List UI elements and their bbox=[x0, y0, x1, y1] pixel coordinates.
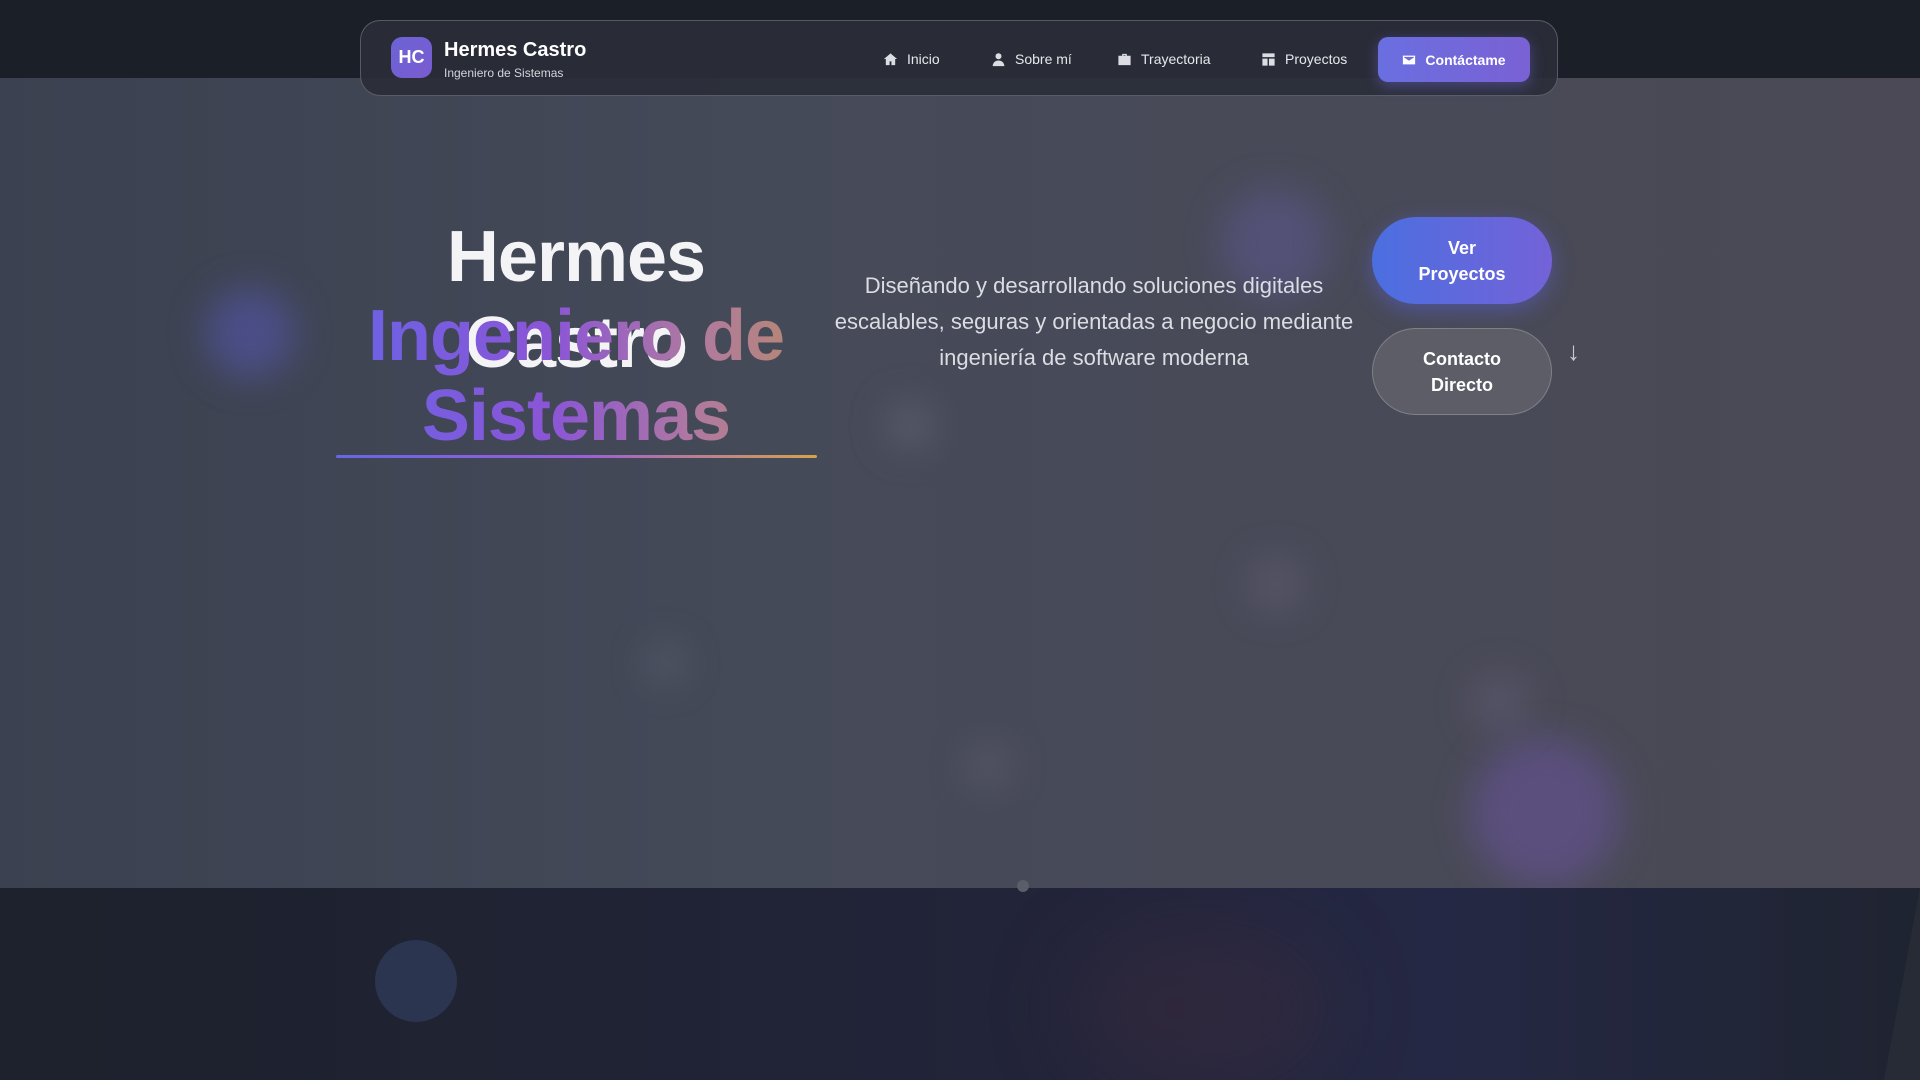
nav-item-inicio[interactable]: Inicio bbox=[883, 48, 940, 70]
nav-item-label: Trayectoria bbox=[1141, 51, 1211, 67]
decorative-glow bbox=[1070, 928, 1330, 1080]
decorative-blob bbox=[885, 400, 935, 450]
scroll-indicator-dot bbox=[1017, 880, 1029, 892]
home-icon bbox=[883, 52, 898, 65]
brand-name[interactable]: Hermes Castro bbox=[444, 39, 586, 62]
decorative-blob bbox=[205, 288, 295, 378]
decorative-circle bbox=[375, 940, 457, 1022]
direct-contact-button[interactable]: Contacto Directo bbox=[1372, 328, 1552, 415]
navbar: HC Hermes Castro Ingeniero de Sistemas I… bbox=[360, 20, 1558, 96]
nav-item-trayectoria[interactable]: Trayectoria bbox=[1117, 48, 1211, 70]
hero-role-line: Sistemas bbox=[421, 376, 731, 456]
nav-item-proyectos[interactable]: Proyectos bbox=[1261, 48, 1347, 70]
decorative-blob bbox=[965, 743, 1011, 789]
contact-button-label: Contáctame bbox=[1425, 51, 1506, 68]
decorative-wedge bbox=[1884, 888, 1920, 1080]
hero-role: Ingeniero de Sistemas bbox=[336, 296, 816, 456]
brand-logo[interactable]: HC bbox=[391, 37, 432, 78]
user-icon bbox=[992, 52, 1005, 66]
nav-item-sobre-mi[interactable]: Sobre mí bbox=[991, 48, 1072, 70]
hero-description: Diseñando y desarrollando soluciones dig… bbox=[834, 273, 1354, 370]
decorative-blob bbox=[1470, 738, 1620, 888]
hero-role-line: Ingeniero de bbox=[367, 296, 785, 376]
hero-underline bbox=[336, 455, 817, 458]
decorative-blob bbox=[1248, 556, 1304, 612]
projects-icon bbox=[1262, 52, 1275, 66]
brand-role: Ingeniero de Sistemas bbox=[444, 66, 564, 80]
next-section bbox=[0, 888, 1920, 1080]
decorative-blob bbox=[645, 643, 685, 683]
scroll-down-arrow-icon[interactable]: ↓ bbox=[1567, 336, 1580, 367]
briefcase-icon bbox=[1118, 53, 1131, 65]
view-projects-button[interactable]: Ver Proyectos bbox=[1372, 217, 1552, 304]
nav-item-label: Inicio bbox=[907, 51, 940, 67]
mail-icon bbox=[1403, 55, 1416, 64]
nav-item-label: Sobre mí bbox=[1015, 51, 1072, 67]
hero-section bbox=[0, 78, 1920, 888]
nav-item-label: Proyectos bbox=[1285, 51, 1348, 67]
decorative-blob bbox=[1470, 673, 1530, 733]
contact-button[interactable]: Contáctame bbox=[1378, 37, 1530, 82]
